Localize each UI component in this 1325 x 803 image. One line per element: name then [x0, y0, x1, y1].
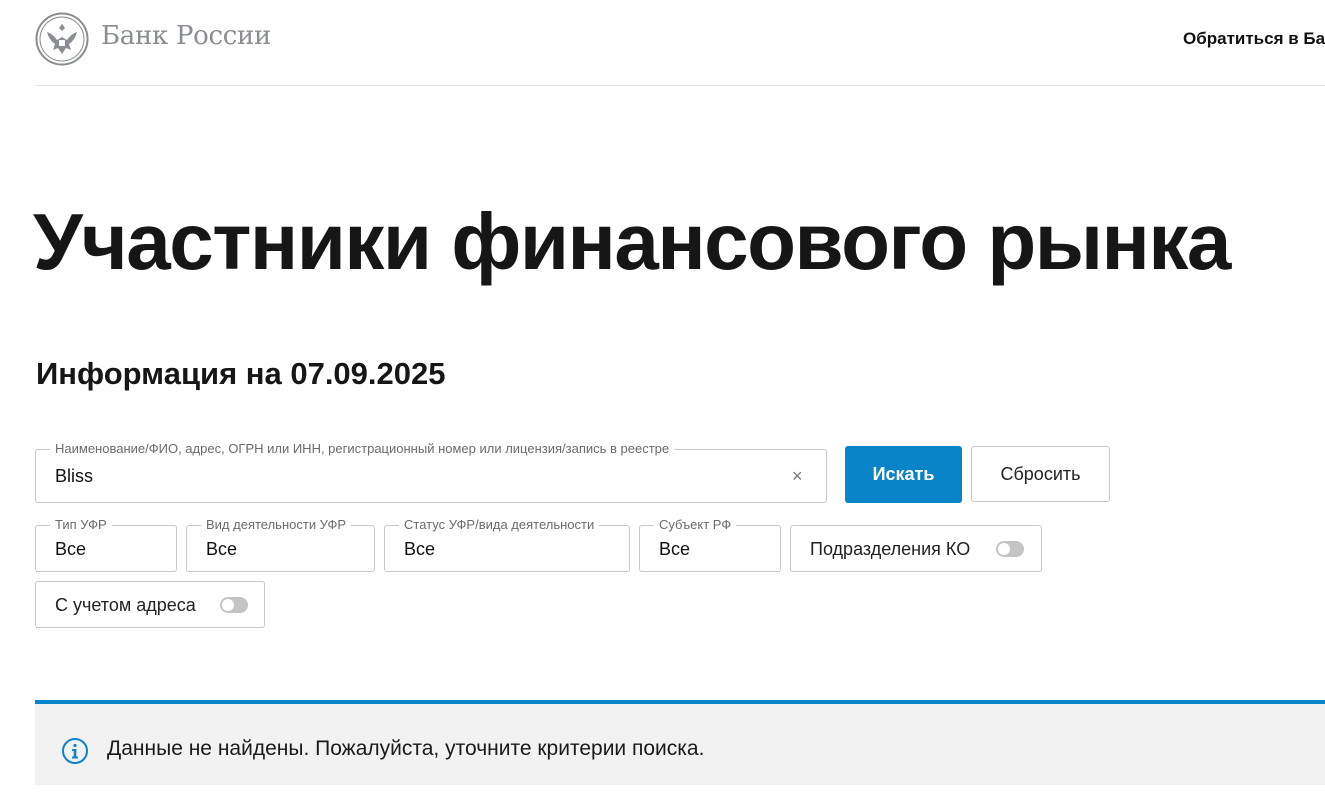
- info-icon: [61, 737, 89, 765]
- address-toggle[interactable]: С учетом адреса: [35, 581, 265, 628]
- type-select-label: Тип УФР: [50, 517, 112, 533]
- search-button[interactable]: Искать: [845, 446, 962, 503]
- ko-divisions-toggle[interactable]: Подразделения КО: [790, 525, 1042, 572]
- page-title: Участники финансового рынка: [33, 197, 1231, 286]
- toggle-knob: [998, 543, 1010, 555]
- search-input[interactable]: Наименование/ФИО, адрес, ОГРН или ИНН, р…: [35, 441, 827, 503]
- bank-emblem-icon[interactable]: [35, 12, 89, 66]
- region-select[interactable]: Субъект РФ Все: [639, 517, 781, 572]
- search-input-value[interactable]: Bliss: [55, 466, 93, 487]
- address-switch[interactable]: [220, 597, 248, 613]
- header: Банк России Обратиться в Ба: [35, 0, 1325, 86]
- activity-select-value[interactable]: Все: [206, 539, 237, 560]
- status-select[interactable]: Статус УФР/вида деятельности Все: [384, 517, 630, 572]
- ko-divisions-switch[interactable]: [996, 541, 1024, 557]
- close-icon[interactable]: ×: [792, 467, 806, 485]
- status-select-value[interactable]: Все: [404, 539, 435, 560]
- address-toggle-label: С учетом адреса: [55, 595, 196, 615]
- type-select-value[interactable]: Все: [55, 539, 86, 560]
- notice-text: Данные не найдены. Пожалуйста, уточните …: [107, 737, 705, 760]
- toggle-knob: [222, 599, 234, 611]
- no-results-notice: Данные не найдены. Пожалуйста, уточните …: [35, 700, 1325, 785]
- ko-divisions-toggle-label: Подразделения КО: [810, 539, 971, 559]
- activity-select-label: Вид деятельности УФР: [201, 517, 352, 533]
- reset-button[interactable]: Сбросить: [971, 446, 1110, 502]
- type-select[interactable]: Тип УФР Все: [35, 517, 177, 572]
- region-select-label: Субъект РФ: [654, 517, 737, 533]
- contact-bank-link[interactable]: Обратиться в Ба: [1183, 29, 1325, 49]
- logo-text[interactable]: Банк России: [101, 21, 271, 51]
- region-select-value[interactable]: Все: [659, 539, 690, 560]
- status-select-label: Статус УФР/вида деятельности: [399, 517, 600, 533]
- info-date-heading: Информация на 07.09.2025: [36, 356, 446, 391]
- search-input-label: Наименование/ФИО, адрес, ОГРН или ИНН, р…: [50, 441, 675, 457]
- page: Банк России Обратиться в Ба Участники фи…: [0, 0, 1325, 803]
- activity-select[interactable]: Вид деятельности УФР Все: [186, 517, 375, 572]
